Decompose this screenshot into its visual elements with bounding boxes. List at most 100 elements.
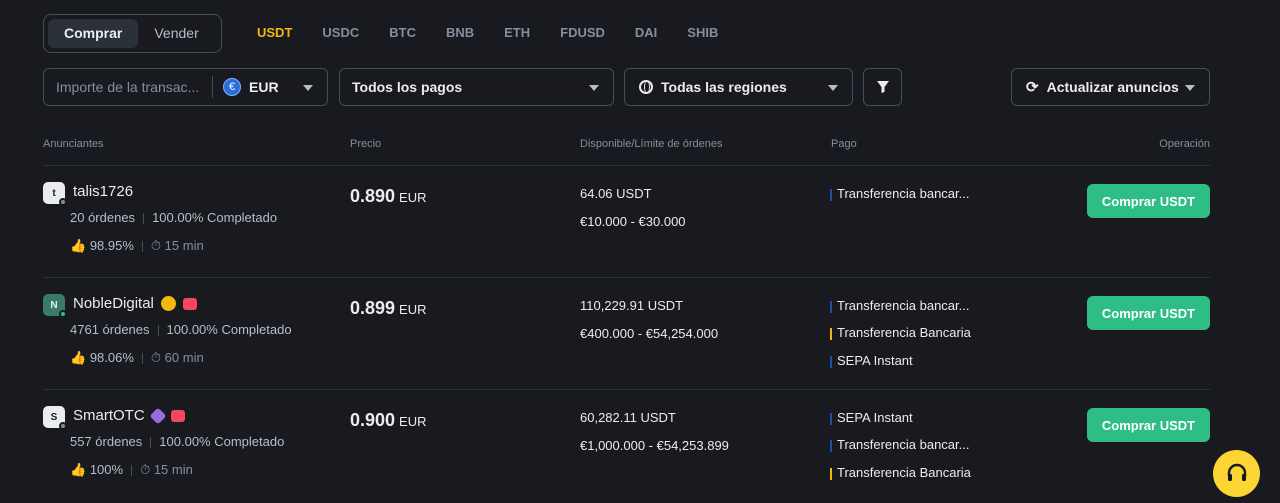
payment-method-label: Transferencia bancar... <box>837 437 970 452</box>
table-row: S SmartOTC 557 órdenes 100.00% Completado… <box>43 389 1210 503</box>
payment-method: Transferencia Bancaria <box>830 465 971 480</box>
buy-usdt-button[interactable]: Comprar USDT <box>1087 296 1210 330</box>
rating-value: 100% <box>89 462 124 477</box>
thumbs-up-icon: 👍 <box>70 350 87 365</box>
coin-tab-usdc[interactable]: USDC <box>322 25 359 40</box>
pay-time: 15 min <box>153 462 193 477</box>
filter-button[interactable] <box>863 68 902 106</box>
amount-input[interactable]: Importe de la transac... <box>44 79 212 95</box>
header-price: Precio <box>350 138 382 150</box>
rating-value: 98.95% <box>89 238 134 253</box>
advertiser-stats: 557 órdenes 100.00% Completado <box>70 434 284 449</box>
advertiser-stats: 4761 órdenes 100.00% Completado <box>70 322 292 337</box>
advertiser-rating: 👍 100% ⏱ 15 min <box>70 462 193 478</box>
sell-tab[interactable]: Vender <box>138 19 214 48</box>
chevron-down-icon <box>828 85 838 91</box>
coin-tab-dai[interactable]: DAI <box>635 25 657 40</box>
payment-select[interactable]: Todos los pagos <box>339 68 614 106</box>
payment-method: SEPA Instant <box>830 353 913 368</box>
payment-method-label: SEPA Instant <box>837 410 913 425</box>
advertiser-name[interactable]: NobleDigital <box>73 295 197 312</box>
status-dot <box>59 198 67 206</box>
timer-icon: ⏱ <box>150 350 162 365</box>
buy-tab[interactable]: Comprar <box>48 19 139 48</box>
buy-usdt-button[interactable]: Comprar USDT <box>1087 408 1210 442</box>
status-dot <box>59 422 67 430</box>
advertiser-rating: 👍 98.06% ⏱ 60 min <box>70 350 204 366</box>
refresh-ads-button[interactable]: ⟳ Actualizar anuncios <box>1011 68 1210 106</box>
merchant-badge-icon <box>170 409 185 422</box>
avatar[interactable]: S <box>43 406 67 430</box>
region-select[interactable]: Todas las regiones <box>624 68 853 106</box>
coin-tab-btc[interactable]: BTC <box>389 25 416 40</box>
verified-badge-icon <box>160 296 176 311</box>
advertiser-name-text: SmartOTC <box>73 407 145 424</box>
completion-rate: 100.00% Completado <box>152 210 278 225</box>
advertiser-stats: 20 órdenes 100.00% Completado <box>70 210 277 225</box>
advertiser-name-text: NobleDigital <box>73 295 154 312</box>
filter-icon <box>876 81 889 93</box>
advertiser-name[interactable]: talis1726 <box>73 183 133 200</box>
table-row: t talis1726 20 órdenes 100.00% Completado… <box>43 165 1210 277</box>
pay-time: 15 min <box>164 238 204 253</box>
price-unit: EUR <box>399 190 427 205</box>
advertiser-rating: 👍 98.95% ⏱ 15 min <box>70 238 204 254</box>
avatar[interactable]: t <box>43 182 67 206</box>
globe-icon <box>639 80 653 94</box>
support-button[interactable] <box>1213 450 1260 497</box>
header-operation: Operación <box>1159 138 1210 150</box>
payment-method-label: Transferencia bancar... <box>837 186 970 201</box>
coin-tab-usdt[interactable]: USDT <box>257 25 292 40</box>
avatar-letter: t <box>52 187 56 199</box>
chevron-down-icon <box>589 85 599 91</box>
avatar[interactable]: N <box>43 294 67 318</box>
timer-icon: ⏱ <box>140 462 151 477</box>
order-count: 4761 órdenes <box>70 322 150 337</box>
status-dot <box>59 310 67 318</box>
coin-tab-eth[interactable]: ETH <box>504 25 530 40</box>
price: 0.899 EUR <box>350 298 427 319</box>
refresh-ads-label: Actualizar anuncios <box>1046 79 1179 95</box>
table-row: N NobleDigital 4761 órdenes 100.00% Compl… <box>43 277 1210 389</box>
payment-method: Transferencia bancar... <box>830 186 969 201</box>
price: 0.890 EUR <box>350 186 427 207</box>
avatar-letter: N <box>50 299 58 311</box>
thumbs-up-icon: 👍 <box>70 462 87 477</box>
payment-method-label: Transferencia Bancaria <box>837 465 971 480</box>
avatar-letter: S <box>50 411 58 423</box>
payment-method: Transferencia bancar... <box>830 437 969 452</box>
advertiser-name[interactable]: SmartOTC <box>73 407 185 424</box>
thumbs-up-icon: 👍 <box>70 238 87 253</box>
order-limit: €1,000.000 - €54,253.899 <box>580 438 729 453</box>
coin-tab-bnb[interactable]: BNB <box>446 25 474 40</box>
rating-value: 98.06% <box>89 350 134 365</box>
coin-tab-fdusd[interactable]: FDUSD <box>560 25 605 40</box>
header-advertisers: Anunciantes <box>43 138 104 150</box>
payment-method-label: Transferencia bancar... <box>837 298 970 313</box>
available-amount: 60,282.11 USDT <box>580 410 676 425</box>
header-payment: Pago <box>831 138 857 150</box>
payment-method: Transferencia Bancaria <box>830 325 971 340</box>
price-value: 0.899 <box>350 298 396 318</box>
currency-select[interactable]: EUR <box>249 79 279 95</box>
pay-time: 60 min <box>164 350 204 365</box>
euro-icon: € <box>223 78 241 96</box>
order-count: 557 órdenes <box>70 434 143 449</box>
merchant-badge-icon <box>182 297 197 310</box>
buy-usdt-button[interactable]: Comprar USDT <box>1087 184 1210 218</box>
completion-rate: 100.00% Completado <box>159 434 285 449</box>
chevron-down-icon[interactable] <box>303 85 313 91</box>
price-unit: EUR <box>399 414 427 429</box>
price: 0.900 EUR <box>350 410 427 431</box>
payment-method: SEPA Instant <box>830 410 913 425</box>
coin-tab-shib[interactable]: SHIB <box>687 25 718 40</box>
available-amount: 64.06 USDT <box>580 186 652 201</box>
headset-icon <box>1227 463 1246 481</box>
available-amount: 110,229.91 USDT <box>580 298 684 313</box>
buy-sell-toggle: Comprar Vender <box>43 14 222 53</box>
price-unit: EUR <box>399 302 427 317</box>
order-limit: €10.000 - €30.000 <box>580 214 686 229</box>
amount-field: Importe de la transac... € EUR <box>43 68 328 106</box>
price-value: 0.900 <box>350 410 396 430</box>
header-available: Disponible/Límite de órdenes <box>580 138 723 150</box>
